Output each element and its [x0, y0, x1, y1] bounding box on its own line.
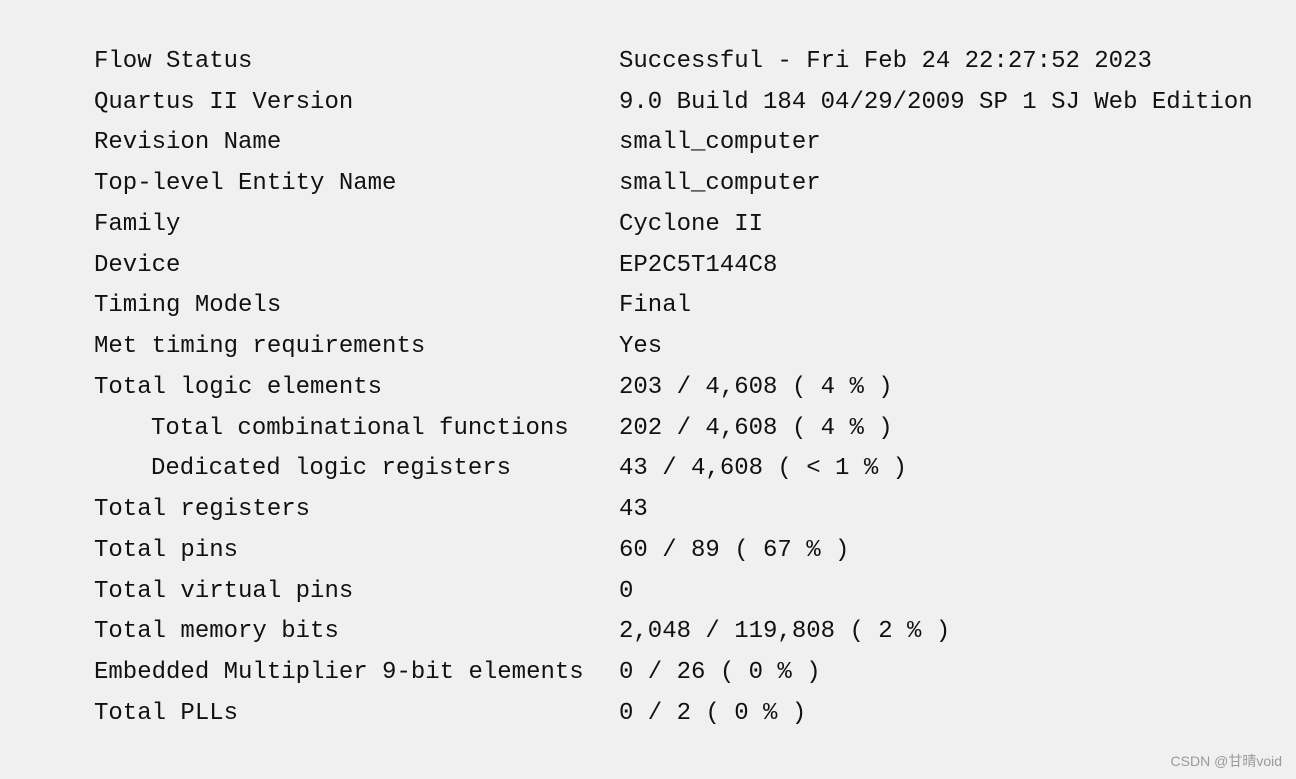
row-label: Dedicated logic registers [151, 455, 512, 483]
row-value: small_computer [619, 170, 821, 198]
row-label: Met timing requirements [94, 333, 426, 361]
row-label: Timing Models [94, 292, 282, 320]
row-label: Top-level Entity Name [94, 170, 397, 198]
row-label: Total memory bits [94, 618, 339, 646]
row-value: Yes [619, 333, 663, 361]
row-value: 60 / 89 ( 67 % ) [619, 536, 850, 564]
row-label: Total registers [94, 496, 311, 524]
summary-row: Total virtual pins 0 [94, 571, 1253, 612]
row-value: Cyclone II [619, 210, 764, 238]
row-label: Total logic elements [94, 373, 383, 401]
row-value: small_computer [619, 129, 821, 157]
row-value: 2,048 / 119,808 ( 2 % ) [619, 618, 951, 646]
row-value: EP2C5T144C8 [619, 251, 778, 279]
row-value: 0 / 2 ( 0 % ) [619, 699, 807, 727]
summary-row: Revision Name small_computer [94, 123, 1253, 164]
summary-row: Top-level Entity Name small_computer [94, 163, 1253, 204]
summary-row: Timing Models Final [94, 286, 1253, 327]
summary-row: Embedded Multiplier 9-bit elements 0 / 26… [94, 652, 1253, 693]
row-label: Quartus II Version [94, 88, 354, 116]
row-value: 43 [619, 496, 648, 524]
row-value: Final [619, 292, 692, 320]
summary-row: Quartus II Version 9.0 Build 184 04/29/20… [94, 82, 1253, 123]
row-value: 9.0 Build 184 04/29/2009 SP 1 SJ Web Edi… [619, 88, 1253, 116]
row-label: Total PLLs [94, 699, 239, 727]
row-label: Embedded Multiplier 9-bit elements [94, 659, 584, 687]
row-label: Family [94, 210, 181, 238]
watermark: CSDN @甘晴void [1170, 753, 1282, 769]
summary-row: Device EP2C5T144C8 [94, 245, 1253, 286]
row-label: Total combinational functions [151, 414, 569, 442]
row-value: 43 / 4,608 ( < 1 % ) [619, 455, 908, 483]
row-label: Total pins [94, 536, 239, 564]
row-label: Revision Name [94, 129, 282, 157]
row-value: 0 [619, 577, 634, 605]
summary-row: Flow Status Successful - Fri Feb 24 22:27… [94, 41, 1253, 82]
row-label: Total virtual pins [94, 577, 354, 605]
summary-row: Family Cyclone II [94, 204, 1253, 245]
row-value: 202 / 4,608 ( 4 % ) [619, 414, 893, 442]
summary-row: Met timing requirements Yes [94, 326, 1253, 367]
summary-row: Total combinational functions 202 / 4,608… [94, 408, 1253, 449]
row-value: 203 / 4,608 ( 4 % ) [619, 373, 893, 401]
row-label: Flow Status [94, 47, 253, 75]
row-value: Successful - Fri Feb 24 22:27:52 2023 [619, 47, 1152, 75]
summary-row: Total pins 60 / 89 ( 67 % ) [94, 530, 1253, 571]
summary-row: Dedicated logic registers 43 / 4,608 ( < … [94, 449, 1253, 490]
flow-summary-table: Flow Status Successful - Fri Feb 24 22:27… [94, 41, 1253, 734]
summary-row: Total logic elements 203 / 4,608 ( 4 % ) [94, 367, 1253, 408]
summary-row: Total memory bits 2,048 / 119,808 ( 2 % ) [94, 612, 1253, 653]
row-value: 0 / 26 ( 0 % ) [619, 659, 821, 687]
summary-row: Total PLLs 0 / 2 ( 0 % ) [94, 693, 1253, 734]
row-label: Device [94, 251, 181, 279]
summary-row: Total registers 43 [94, 489, 1253, 530]
